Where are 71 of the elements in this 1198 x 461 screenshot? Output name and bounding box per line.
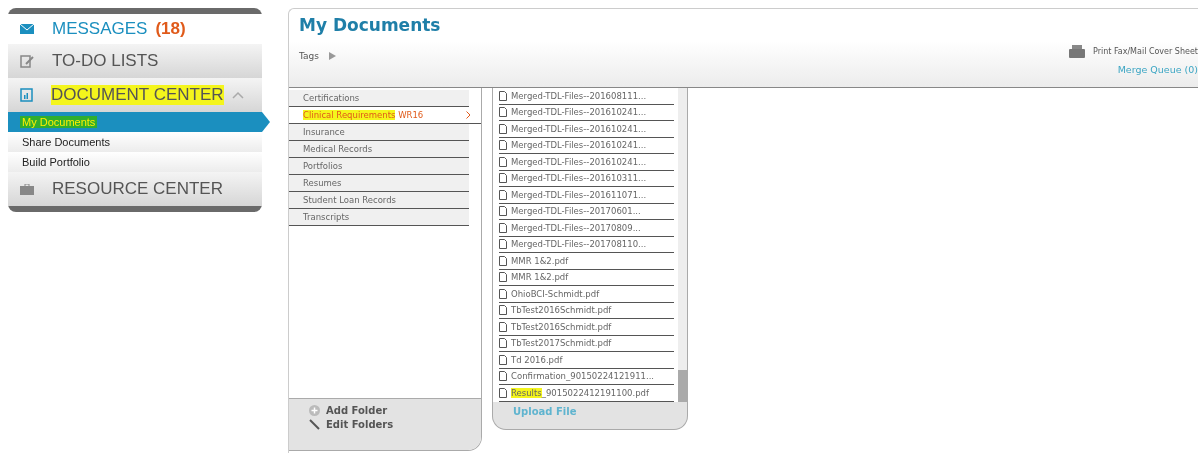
- nav-section[interactable]: RESOURCE CENTER: [8, 172, 262, 206]
- tags-label[interactable]: Tags: [299, 51, 319, 61]
- file-icon: [499, 123, 507, 134]
- nav-section[interactable]: MESSAGES (18): [8, 14, 262, 44]
- file-item[interactable]: Merged-TDL-Files--201708110...: [499, 236, 674, 253]
- add-folder-button[interactable]: Add Folder: [309, 405, 481, 416]
- file-item[interactable]: TbTest2016Schmidt.pdf: [499, 319, 674, 336]
- file-icon: [499, 321, 507, 332]
- file-item[interactable]: Merged-TDL-Files--20170601...: [499, 203, 674, 220]
- page-title: My Documents: [298, 14, 442, 37]
- file-item[interactable]: TbTest2017Schmidt.pdf: [499, 335, 674, 352]
- message-count: (18): [155, 19, 186, 39]
- pencil-icon: [309, 419, 320, 430]
- file-item[interactable]: Merged-TDL-Files--201610241...: [499, 104, 674, 121]
- print-button[interactable]: Print Fax/Mail Cover Sheet: [1068, 45, 1198, 58]
- nav-item[interactable]: Build Portfolio: [8, 152, 262, 172]
- file-icon: [499, 387, 507, 398]
- file-icon: [499, 354, 507, 365]
- file-item[interactable]: MMR 1&2.pdf: [499, 253, 674, 270]
- section-title: DOCUMENT CENTER: [51, 85, 224, 105]
- folder-item[interactable]: Insurance: [289, 124, 469, 141]
- file-icon: [499, 107, 507, 118]
- file-item[interactable]: Merged-TDL-Files--201610311...: [499, 170, 674, 187]
- printer-icon: [1068, 45, 1085, 58]
- file-icon: [499, 239, 507, 250]
- file-icon: [499, 90, 507, 101]
- file-icon: [499, 140, 507, 151]
- folder-item[interactable]: Medical Records: [289, 141, 469, 158]
- file-icon: [499, 156, 507, 167]
- file-icon: [499, 255, 507, 266]
- folder-item[interactable]: Resumes: [289, 175, 469, 192]
- file-item[interactable]: Merged-TDL-Files--201610241...: [499, 137, 674, 154]
- folder-item[interactable]: Clinical Requirements WR16: [289, 107, 481, 124]
- file-item[interactable]: Merged-TDL-Files--201610241...: [499, 154, 674, 171]
- chevron-right-icon: [466, 111, 471, 119]
- nav-section[interactable]: DOCUMENT CENTER: [8, 78, 262, 112]
- section-title: RESOURCE CENTER: [52, 179, 223, 199]
- nav-section[interactable]: TO-DO LISTS: [8, 44, 262, 78]
- folder-item[interactable]: Student Loan Records: [289, 192, 469, 209]
- chart-document-icon: [20, 88, 33, 102]
- file-icon: [499, 173, 507, 184]
- file-item[interactable]: Td 2016.pdf: [499, 352, 674, 369]
- envelope-icon: [20, 24, 34, 34]
- file-icon: [499, 305, 507, 316]
- file-icon: [499, 206, 507, 217]
- file-icon: [499, 189, 507, 200]
- briefcase-icon: [20, 183, 34, 195]
- edit-icon: [20, 54, 34, 68]
- file-icon: [499, 288, 507, 299]
- folder-item[interactable]: Certifications: [289, 90, 469, 107]
- file-icon: [499, 222, 507, 233]
- file-icon: [499, 272, 507, 283]
- play-icon[interactable]: [328, 52, 336, 60]
- scrollbar[interactable]: [678, 88, 687, 402]
- file-item[interactable]: Confirmation_90150224121911...: [499, 368, 674, 385]
- file-icon: [499, 338, 507, 349]
- plus-icon: [309, 405, 320, 416]
- edit-folders-button[interactable]: Edit Folders: [309, 419, 481, 430]
- file-item[interactable]: TbTest2016Schmidt.pdf: [499, 302, 674, 319]
- section-title: MESSAGES: [52, 19, 148, 39]
- file-item[interactable]: Merged-TDL-Files--201608111...: [499, 88, 674, 105]
- nav-item[interactable]: Share Documents: [8, 132, 262, 152]
- file-item[interactable]: Merged-TDL-Files--201610241...: [499, 121, 674, 138]
- section-title: TO-DO LISTS: [52, 51, 159, 71]
- file-item[interactable]: OhioBCI-Schmidt.pdf: [499, 286, 674, 303]
- file-item[interactable]: Merged-TDL-Files--201611071...: [499, 187, 674, 204]
- folder-item[interactable]: Transcripts: [289, 209, 469, 226]
- file-item[interactable]: Merged-TDL-Files--20170809...: [499, 220, 674, 237]
- file-item[interactable]: MMR 1&2.pdf: [499, 269, 674, 286]
- folder-item[interactable]: Portfolios: [289, 158, 469, 175]
- file-icon: [499, 371, 507, 382]
